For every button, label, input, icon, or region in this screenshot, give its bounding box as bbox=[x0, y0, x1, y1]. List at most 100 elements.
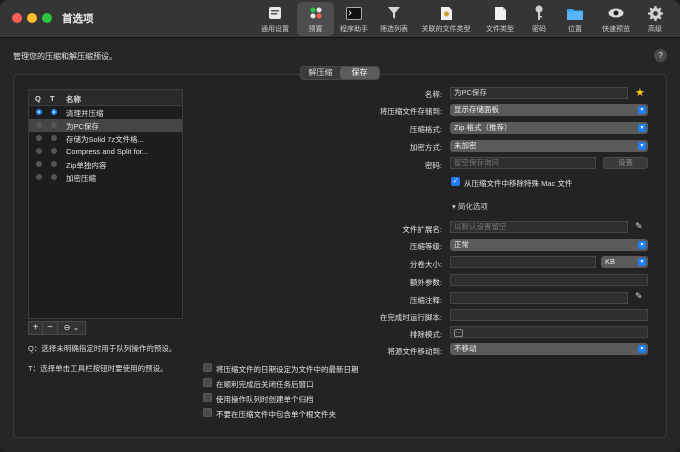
level-value: 正常 bbox=[454, 240, 469, 249]
toolbar-general[interactable]: 通用设置 bbox=[254, 2, 296, 36]
tab-save[interactable]: 保存 bbox=[340, 67, 379, 79]
table-row[interactable]: 清理并压缩 bbox=[29, 106, 182, 119]
column-name[interactable]: 名称 bbox=[66, 94, 81, 105]
extra-label: 额外参数: bbox=[409, 278, 442, 287]
format-popup[interactable]: Zip 格式（推荐） ▼ bbox=[450, 122, 648, 134]
t-radio[interactable] bbox=[51, 161, 57, 167]
star-icon[interactable]: ★ bbox=[635, 86, 645, 99]
split-unit-popup[interactable]: KB ▼ bbox=[601, 256, 648, 268]
toolbar-location[interactable]: 位置 bbox=[562, 2, 588, 36]
table-row[interactable]: 为PC保存 bbox=[29, 119, 182, 132]
simplify-toggle[interactable]: ▾ 简化选项 bbox=[452, 201, 488, 212]
level-label: 压缩等级: bbox=[409, 242, 442, 251]
file-association-icon bbox=[437, 5, 455, 21]
toolbar-password[interactable]: 密码 bbox=[526, 2, 552, 36]
file-type-icon bbox=[491, 5, 509, 21]
zoom-button[interactable] bbox=[42, 13, 52, 23]
table-row[interactable]: 加密压缩 bbox=[29, 171, 182, 184]
table-row[interactable]: Compress and Split for... bbox=[29, 145, 182, 158]
table-row[interactable]: Zip单独内容 bbox=[29, 158, 182, 171]
edit-icon[interactable]: ✎ bbox=[635, 221, 643, 232]
toolbar-password-label: 密码 bbox=[532, 26, 546, 33]
exclude-field[interactable]: ⋯ bbox=[450, 326, 648, 338]
set-date-checkbox[interactable] bbox=[203, 363, 212, 372]
table-row[interactable]: 存储为Solid 7z文件格... bbox=[29, 132, 182, 145]
add-preset-button[interactable]: + bbox=[28, 321, 43, 335]
toolbar-file-association[interactable]: 关联的文件类型 bbox=[417, 2, 475, 36]
encryption-popup[interactable]: 未加密 ▼ bbox=[450, 140, 648, 152]
toolbar-location-label: 位置 bbox=[568, 26, 582, 33]
password-field[interactable]: 留空保存询问 bbox=[450, 157, 596, 169]
tab-extract[interactable]: 解压缩 bbox=[301, 67, 340, 79]
close-button[interactable] bbox=[12, 13, 22, 23]
extra-field[interactable] bbox=[450, 274, 648, 286]
help-button[interactable]: ? bbox=[654, 49, 667, 62]
edit-icon[interactable]: ✎ bbox=[635, 291, 643, 302]
t-radio[interactable] bbox=[51, 135, 57, 141]
folder-icon bbox=[566, 5, 584, 21]
presets-icon bbox=[307, 5, 325, 21]
chevron-down-icon: ▼ bbox=[638, 124, 646, 132]
move-source-label: 将源文件移动到: bbox=[387, 347, 442, 356]
q-radio[interactable] bbox=[36, 174, 42, 180]
t-radio[interactable] bbox=[51, 122, 57, 128]
save-to-popup[interactable]: 显示存储面板 ▼ bbox=[450, 104, 648, 116]
single-archive-label: 使用操作队列时创建单个归档 bbox=[216, 395, 314, 404]
toolbar-filter-label: 筛选列表 bbox=[380, 26, 408, 33]
column-t[interactable]: T bbox=[50, 94, 55, 103]
comment-field[interactable] bbox=[450, 292, 628, 304]
t-radio[interactable] bbox=[51, 174, 57, 180]
toolbar-file-type[interactable]: 文件类型 bbox=[482, 2, 518, 36]
preset-name: 存储为Solid 7z文件格... bbox=[66, 135, 144, 144]
chevron-down-icon: ▼ bbox=[638, 345, 646, 353]
level-popup[interactable]: 正常 ▼ bbox=[450, 239, 648, 251]
extension-field[interactable]: 以默认设置留空 bbox=[450, 221, 628, 233]
name-field[interactable]: 为PC保存 bbox=[450, 87, 628, 99]
preset-name: Zip单独内容 bbox=[66, 161, 107, 170]
toolbar-file-type-label: 文件类型 bbox=[486, 26, 514, 33]
split-label: 分卷大小: bbox=[409, 260, 442, 269]
close-window-label: 在顺利完成后关闭任务后窗口 bbox=[216, 380, 314, 389]
column-q[interactable]: Q bbox=[35, 94, 41, 103]
split-field[interactable] bbox=[450, 256, 596, 268]
window-title: 首选项 bbox=[62, 13, 94, 25]
set-password-button[interactable]: 设置 bbox=[603, 157, 648, 169]
t-radio[interactable] bbox=[51, 109, 57, 115]
q-radio[interactable] bbox=[36, 122, 42, 128]
close-window-checkbox[interactable] bbox=[203, 378, 212, 387]
toolbar-presets[interactable]: 预置 bbox=[297, 2, 334, 36]
move-source-popup[interactable]: 不移动 ▼ bbox=[450, 343, 648, 355]
script-field[interactable] bbox=[450, 309, 648, 321]
remove-preset-button[interactable]: − bbox=[43, 321, 58, 335]
toolbar-file-association-label: 关联的文件类型 bbox=[421, 26, 471, 33]
toolbar-quicklook[interactable]: 快速预览 bbox=[597, 2, 635, 36]
remove-mac-label: 从压缩文件中移除特殊 Mac 文件 bbox=[464, 179, 573, 188]
toolbar-presets-label: 预置 bbox=[308, 26, 323, 33]
toolbar-helper-label: 程序助手 bbox=[340, 26, 368, 33]
preset-name: 加密压缩 bbox=[66, 174, 96, 183]
comment-label: 压缩注释: bbox=[409, 296, 442, 305]
terminal-icon bbox=[345, 5, 363, 21]
toolbar-filter[interactable]: 筛选列表 bbox=[376, 2, 412, 36]
save-to-value: 显示存储面板 bbox=[454, 105, 499, 114]
q-radio[interactable] bbox=[36, 135, 42, 141]
chevron-down-icon: ▼ bbox=[638, 241, 646, 249]
more-actions-button[interactable]: ⊖ ⌄ bbox=[58, 321, 86, 335]
remove-mac-checkbox[interactable]: ✓ bbox=[451, 177, 460, 186]
no-root-folder-checkbox[interactable] bbox=[203, 408, 212, 417]
q-note: Q：选择未明确指定时用于队列操作的预设。 bbox=[28, 344, 177, 353]
no-root-folder-label: 不要在压缩文件中包含单个根文件夹 bbox=[216, 410, 336, 419]
q-radio[interactable] bbox=[36, 161, 42, 167]
toolbar-helper[interactable]: 程序助手 bbox=[336, 2, 372, 36]
minimize-button[interactable] bbox=[27, 13, 37, 23]
preset-name: 为PC保存 bbox=[66, 122, 99, 131]
t-radio[interactable] bbox=[51, 148, 57, 154]
general-icon bbox=[266, 5, 284, 21]
q-radio[interactable] bbox=[36, 148, 42, 154]
toolbar-advanced[interactable]: 高级 bbox=[641, 2, 669, 36]
table-buttons: + − ⊖ ⌄ bbox=[28, 321, 86, 335]
chevron-down-icon: ▼ bbox=[638, 142, 646, 150]
simplify-label: 简化选项 bbox=[457, 202, 488, 211]
q-radio[interactable] bbox=[36, 109, 42, 115]
single-archive-checkbox[interactable] bbox=[203, 393, 212, 402]
